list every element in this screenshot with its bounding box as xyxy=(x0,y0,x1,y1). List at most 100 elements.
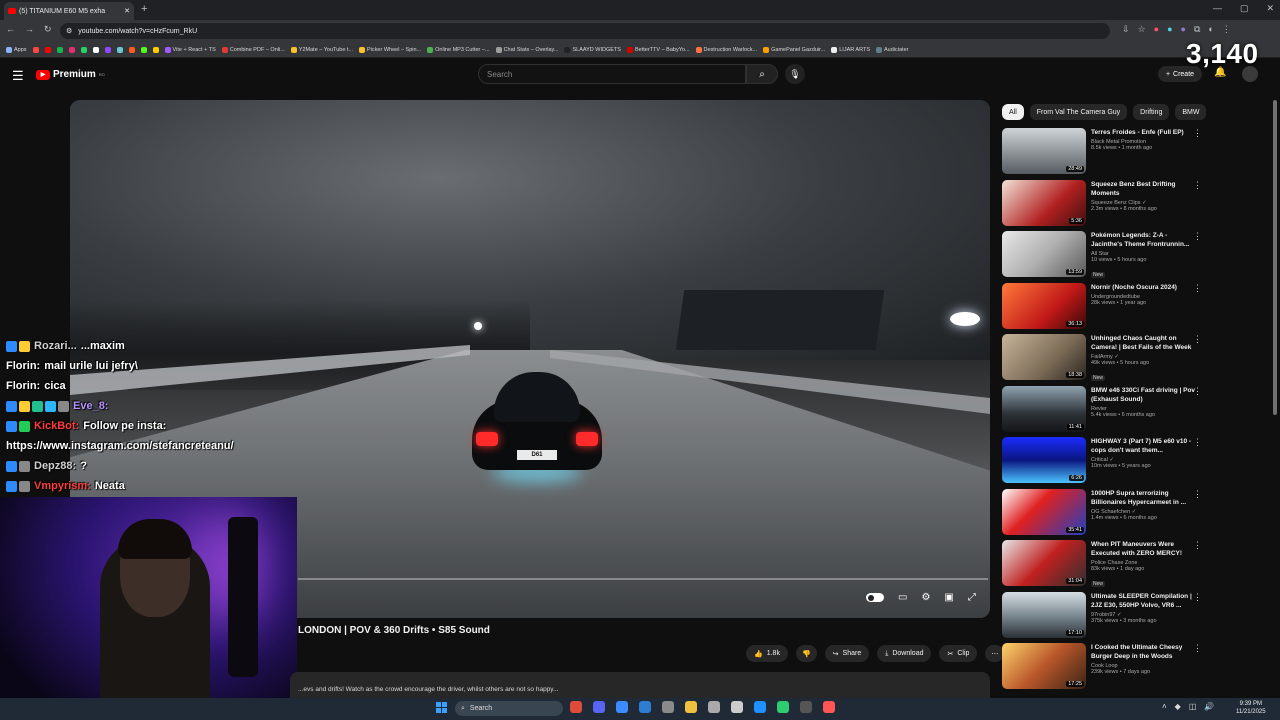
video-thumbnail[interactable]: 17:10 xyxy=(1002,591,1086,638)
taskbar-app-icon[interactable] xyxy=(570,701,582,713)
browser-tab[interactable]: (5) TITANIUM E60 M5 exha ✕ xyxy=(4,2,134,20)
video-thumbnail[interactable]: 31:04 xyxy=(1002,540,1086,586)
windows-start-icon[interactable] xyxy=(436,702,448,714)
video-title-link[interactable]: Unhinged Chaos Caught on Camera! | Best … xyxy=(1091,334,1197,352)
page-scrollbar[interactable] xyxy=(1273,100,1277,415)
video-thumbnail[interactable]: 17:25 xyxy=(1002,643,1086,689)
taskbar-app-icon[interactable] xyxy=(685,701,697,713)
video-thumbnail[interactable]: 11:41 xyxy=(1002,385,1086,432)
more-options-icon[interactable]: ⋮ xyxy=(1193,592,1202,603)
network-icon[interactable]: ◫ xyxy=(1189,702,1197,711)
filter-chip[interactable]: From Val The Camera Guy xyxy=(1029,104,1128,120)
bookmark-item[interactable]: Online MP3 Cutter –... xyxy=(427,46,490,53)
more-options-icon[interactable]: ⋮ xyxy=(1193,437,1202,448)
extensions-puzzle-icon[interactable]: ⧉ xyxy=(1194,24,1200,35)
taskbar-app-icon[interactable] xyxy=(754,701,766,713)
recommended-video[interactable]: 6:26 HIGHWAY 3 (Part 7) M5 e60 v10 - cops… xyxy=(1002,437,1210,489)
bookmark-item[interactable] xyxy=(44,46,51,53)
chevron-up-icon[interactable]: ˄ xyxy=(1162,702,1167,711)
more-options-icon[interactable]: ⋮ xyxy=(1193,386,1202,397)
bookmark-item[interactable] xyxy=(56,46,63,53)
bookmark-item[interactable] xyxy=(32,46,39,53)
tab-close-icon[interactable]: ✕ xyxy=(124,7,130,15)
taskbar-clock[interactable]: 9:39 PM 11/21/2025 xyxy=(1236,700,1266,716)
fullscreen-icon[interactable]: ⤢ xyxy=(968,592,976,603)
recommended-video[interactable]: 36:13 Nornir (Noche Oscura 2024) Undergrou… xyxy=(1002,282,1210,335)
video-title-link[interactable]: Terres Froides - Enfe (Full EP) xyxy=(1091,128,1197,137)
forward-icon[interactable]: → xyxy=(25,24,34,35)
taskbar-app-icon[interactable] xyxy=(639,701,651,713)
bookmark-item[interactable]: Combine PDF – Onli... xyxy=(221,46,285,53)
bookmark-item[interactable] xyxy=(92,46,99,53)
bookmark-item[interactable]: LIJAR ARTS xyxy=(831,46,870,53)
new-tab-button[interactable]: + xyxy=(141,3,147,15)
filter-chip[interactable]: All xyxy=(1002,104,1024,120)
menu-icon[interactable]: ☰ xyxy=(12,68,24,84)
search-input[interactable]: Search xyxy=(478,64,746,84)
recommended-video[interactable]: 18:38 Unhinged Chaos Caught on Camera! | … xyxy=(1002,334,1210,386)
close-window-button[interactable]: ✕ xyxy=(1266,3,1274,14)
more-options-icon[interactable]: ⋮ xyxy=(1193,489,1202,500)
filter-chip[interactable]: Drifting xyxy=(1133,104,1170,120)
video-thumbnail[interactable]: 36:13 xyxy=(1002,282,1086,329)
video-title-link[interactable]: Squeeze Benz Best Drifting Moments xyxy=(1091,180,1197,198)
video-title-link[interactable]: BMW e46 330Ci Fast driving | Pov (Exhaus… xyxy=(1091,386,1197,404)
video-thumbnail[interactable]: 6:26 xyxy=(1002,437,1086,483)
bookmark-item[interactable]: Audiciater xyxy=(876,46,908,53)
taskbar-app-icon[interactable] xyxy=(731,701,743,713)
bookmark-item[interactable]: Vite + React + TS xyxy=(164,46,216,53)
bookmark-item[interactable]: Destruction Warlock... xyxy=(695,46,757,53)
app-tray-icon[interactable]: ◆ xyxy=(1175,702,1181,711)
video-title-link[interactable]: Ultimate SLEEPER Compilation | 2JZ E30, … xyxy=(1091,592,1197,610)
clip-button[interactable]: ✂ Clip xyxy=(939,645,978,662)
video-thumbnail[interactable]: 35:41 xyxy=(1002,488,1086,535)
taskbar-app-icon[interactable] xyxy=(593,701,605,713)
bookmark-item[interactable]: Picker Wheel – Spin... xyxy=(359,46,421,53)
maximize-button[interactable]: ▢ xyxy=(1240,3,1249,14)
bookmark-item[interactable]: Apps xyxy=(6,46,27,53)
back-icon[interactable]: ← xyxy=(6,24,15,35)
video-thumbnail[interactable]: 28:49 xyxy=(1002,128,1086,174)
install-icon[interactable]: ⇩ xyxy=(1122,24,1130,35)
minimize-button[interactable]: — xyxy=(1213,3,1222,14)
bookmark-item[interactable]: SLAAYD WIDGETS xyxy=(564,46,621,53)
video-progress-bar[interactable] xyxy=(298,578,988,580)
recommended-video[interactable]: 35:41 1000HP Supra terrorizing Billionair… xyxy=(1002,488,1210,541)
share-button[interactable]: ↪ Share xyxy=(824,645,870,662)
video-title-link[interactable]: 1000HP Supra terrorizing Billionaires Hy… xyxy=(1091,489,1197,507)
download-button[interactable]: ⤓ Download xyxy=(877,645,932,662)
volume-icon[interactable]: 🔊 xyxy=(1204,702,1214,711)
bookmark-item[interactable]: GamePanel Gazduir... xyxy=(763,46,825,53)
like-button[interactable]: 👍 1.8k xyxy=(746,645,788,662)
miniplayer-icon[interactable]: ▣ xyxy=(944,592,953,603)
more-options-icon[interactable]: ⋮ xyxy=(1193,231,1202,242)
bookmark-item[interactable]: Y2Mate – YouTube t... xyxy=(290,46,353,53)
taskbar-search[interactable]: ⌕ Search xyxy=(455,701,563,716)
subtitles-icon[interactable]: ▭ xyxy=(898,592,907,603)
taskbar-app-icon[interactable] xyxy=(823,701,835,713)
video-title-link[interactable]: Pokémon Legends: Z-A - Jacinthe's Theme … xyxy=(1091,231,1197,249)
reload-icon[interactable]: ↻ xyxy=(44,24,52,35)
more-options-icon[interactable]: ⋮ xyxy=(1193,643,1202,654)
video-thumbnail[interactable]: 13:59 xyxy=(1002,231,1086,277)
recommended-video[interactable]: 17:10 Ultimate SLEEPER Compilation | 2JZ … xyxy=(1002,591,1210,644)
browser-menu-icon[interactable]: ⋮ xyxy=(1222,24,1231,35)
recommended-video[interactable]: 13:59 Pokémon Legends: Z-A - Jacinthe's T… xyxy=(1002,231,1210,283)
more-options-icon[interactable]: ⋮ xyxy=(1193,128,1202,139)
profile-icon[interactable]: ◐ xyxy=(1208,24,1213,35)
autoplay-toggle[interactable] xyxy=(866,593,884,602)
video-title-link[interactable]: When PIT Maneuvers Were Executed with ZE… xyxy=(1091,540,1197,558)
bookmark-item[interactable] xyxy=(152,46,159,53)
video-title-link[interactable]: Nornir (Noche Oscura 2024) xyxy=(1091,283,1197,292)
extension-icon[interactable]: ● xyxy=(1181,24,1186,35)
taskbar-app-icon[interactable] xyxy=(616,701,628,713)
bookmark-item[interactable] xyxy=(116,46,123,53)
extension-icon[interactable]: ● xyxy=(1154,24,1159,35)
recommended-video[interactable]: 5:36 Squeeze Benz Best Drifting Moments Sq… xyxy=(1002,179,1210,232)
recommended-video[interactable]: 11:41 BMW e46 330Ci Fast driving | Pov (E… xyxy=(1002,385,1210,438)
bookmark-item[interactable] xyxy=(104,46,111,53)
site-info-icon[interactable]: ⚙ xyxy=(66,27,72,35)
taskbar-app-icon[interactable] xyxy=(708,701,720,713)
video-thumbnail[interactable]: 18:38 xyxy=(1002,334,1086,380)
bookmark-item[interactable]: BetterTTV – BabyYo... xyxy=(626,46,690,53)
